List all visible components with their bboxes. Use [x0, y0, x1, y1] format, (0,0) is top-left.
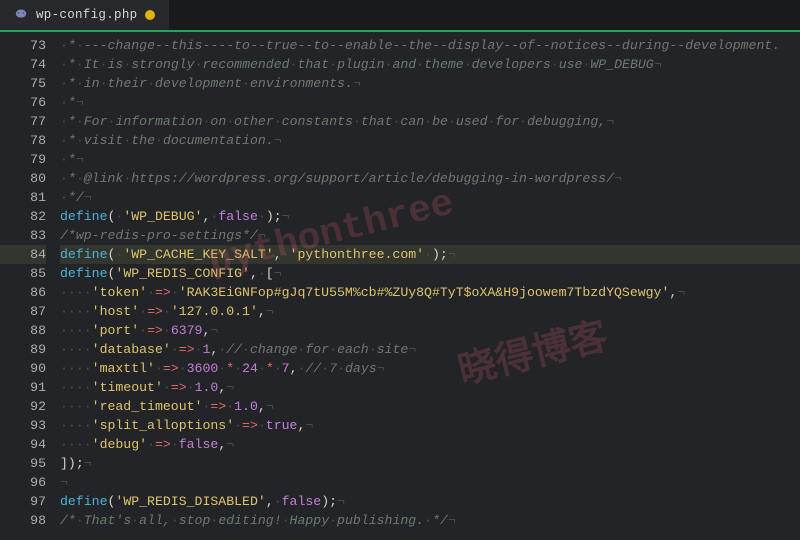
- code-line[interactable]: ····'split_alloptions'·=>·true,¬: [60, 416, 800, 435]
- code-line[interactable]: ·*/¬: [60, 188, 800, 207]
- line-number: 87: [0, 302, 46, 321]
- code-line[interactable]: ·*·It·is·strongly·recommended·that·plugi…: [60, 55, 800, 74]
- code-line[interactable]: ····'port'·=>·6379,¬: [60, 321, 800, 340]
- code-line[interactable]: ·*¬: [60, 93, 800, 112]
- code-line[interactable]: ····'token'·=>·'RAK3EiGNFop#gJq7tU55M%cb…: [60, 283, 800, 302]
- code-line[interactable]: ·*·in·their·development·environments.¬: [60, 74, 800, 93]
- code-line[interactable]: define('WP_REDIS_DISABLED',·false);¬: [60, 492, 800, 511]
- line-number: 94: [0, 435, 46, 454]
- code-line[interactable]: ····'database'·=>·1,·//·change·for·each·…: [60, 340, 800, 359]
- code-line[interactable]: ·*·visit·the·documentation.¬: [60, 131, 800, 150]
- code-line[interactable]: ·*·---change--this----to--true--to--enab…: [60, 36, 800, 55]
- php-elephant-icon: [14, 6, 28, 24]
- line-number: 75: [0, 74, 46, 93]
- line-number: 81: [0, 188, 46, 207]
- code-line[interactable]: ····'read_timeout'·=>·1.0,¬: [60, 397, 800, 416]
- code-line[interactable]: /*·That's·all,·stop·editing!·Happy·publi…: [60, 511, 800, 530]
- code-line[interactable]: ·*¬: [60, 150, 800, 169]
- code-line[interactable]: ¬: [60, 473, 800, 492]
- line-number: 90: [0, 359, 46, 378]
- code-line[interactable]: /*wp-redis-pro-settings*/¬: [60, 226, 800, 245]
- line-number: 88: [0, 321, 46, 340]
- line-number: 83: [0, 226, 46, 245]
- code-area[interactable]: pythonthree 晓得博客 ·*·---change--this----t…: [56, 32, 800, 540]
- editor-area: ‹ 73747576777879808182838485868788899091…: [0, 32, 800, 540]
- tab-filename: wp-config.php: [36, 8, 137, 22]
- line-number: 97: [0, 492, 46, 511]
- code-line[interactable]: ····'timeout'·=>·1.0,¬: [60, 378, 800, 397]
- line-number: 76: [0, 93, 46, 112]
- tab-bar: wp-config.php: [0, 0, 800, 32]
- code-line[interactable]: ]);¬: [60, 454, 800, 473]
- code-line[interactable]: define(·'WP_CACHE_KEY_SALT',·'pythonthre…: [60, 245, 800, 264]
- line-number: 98: [0, 511, 46, 530]
- line-number: 96: [0, 473, 46, 492]
- line-number: 78: [0, 131, 46, 150]
- line-number: 93: [0, 416, 46, 435]
- line-number: 85: [0, 264, 46, 283]
- line-number: 82: [0, 207, 46, 226]
- line-number: 79: [0, 150, 46, 169]
- code-line[interactable]: define('WP_REDIS_CONFIG',·[¬: [60, 264, 800, 283]
- code-line[interactable]: ····'maxttl'·=>·3600·*·24·*·7,·//·7·days…: [60, 359, 800, 378]
- code-line[interactable]: ····'host'·=>·'127.0.0.1',¬: [60, 302, 800, 321]
- line-number: 86: [0, 283, 46, 302]
- modified-indicator-icon: [145, 10, 155, 20]
- line-number-gutter: 7374757677787980818283848586878889909192…: [0, 32, 56, 540]
- line-number: 77: [0, 112, 46, 131]
- code-line[interactable]: define(·'WP_DEBUG',·false·);¬: [60, 207, 800, 226]
- code-line[interactable]: ·*·@link·https://wordpress.org/support/a…: [60, 169, 800, 188]
- file-tab[interactable]: wp-config.php: [0, 0, 169, 30]
- line-number: 73: [0, 36, 46, 55]
- line-number: 74: [0, 55, 46, 74]
- line-number: 89: [0, 340, 46, 359]
- line-number: 92: [0, 397, 46, 416]
- code-line[interactable]: ····'debug'·=>·false,¬: [60, 435, 800, 454]
- line-number: 80: [0, 169, 46, 188]
- line-number: 91: [0, 378, 46, 397]
- line-number: 84: [0, 245, 46, 264]
- code-line[interactable]: ·*·For·information·on·other·constants·th…: [60, 112, 800, 131]
- line-number: 95: [0, 454, 46, 473]
